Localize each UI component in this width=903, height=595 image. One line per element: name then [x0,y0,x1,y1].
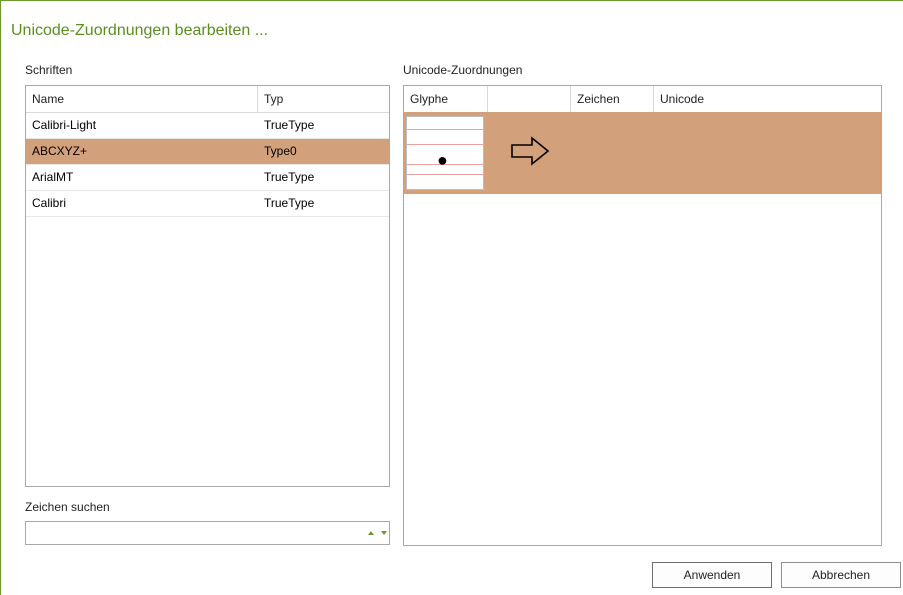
column-header-blank[interactable] [488,86,571,112]
character-search-input[interactable] [26,522,346,544]
column-header-type[interactable]: Typ [258,86,389,112]
apply-button[interactable]: Anwenden [652,562,772,588]
fonts-list-header: Name Typ [26,86,389,113]
glyph-preview: ● [406,116,484,190]
font-name: Calibri [32,196,67,210]
mappings-label: Unicode-Zuordnungen [403,63,523,77]
cancel-button[interactable]: Abbrechen [781,562,901,588]
font-type: TrueType [264,196,315,210]
spin-up-icon[interactable] [366,528,376,538]
font-type: TrueType [264,170,315,184]
font-type: Type0 [264,144,297,158]
glyph-guideline [407,129,483,130]
font-row[interactable]: ArialMT TrueType [26,165,389,191]
column-header-glyph[interactable]: Glyphe [404,86,488,112]
arrow-right-outline-icon [511,136,550,166]
dialog-title: Unicode-Zuordnungen bearbeiten ... [11,22,269,39]
font-name: ABCXYZ+ [32,144,88,158]
font-type: TrueType [264,118,315,132]
glyph-guideline [407,174,483,175]
glyph-character: ● [437,150,448,170]
font-row[interactable]: Calibri TrueType [26,191,389,217]
column-header-name[interactable]: Name [26,86,258,112]
search-label: Zeichen suchen [25,500,110,514]
font-name: ArialMT [32,170,74,184]
fonts-label: Schriften [25,63,73,77]
glyph-guideline [407,144,483,145]
dialog-window: Unicode-Zuordnungen bearbeiten ... Schri… [0,0,903,595]
font-name: Calibri-Light [32,118,97,132]
fonts-list[interactable]: Name Typ Calibri-Light TrueType ABCXYZ+ … [25,85,390,487]
mapping-row-selected[interactable]: ● [404,112,881,194]
font-row-selected[interactable]: ABCXYZ+ Type0 [26,139,389,165]
font-row[interactable]: Calibri-Light TrueType [26,113,389,139]
unicode-mappings-table[interactable]: Glyphe Zeichen Unicode ● [403,85,882,546]
character-search-combo[interactable] [25,521,390,545]
column-header-char[interactable]: Zeichen [571,86,654,112]
mappings-header: Glyphe Zeichen Unicode [404,86,881,113]
column-header-unicode[interactable]: Unicode [654,86,881,112]
spin-down-icon[interactable] [379,528,389,538]
